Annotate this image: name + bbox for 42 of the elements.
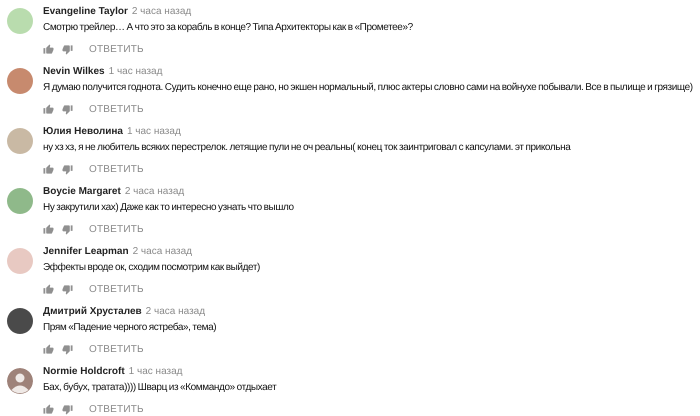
- thumbs-down-icon[interactable]: [62, 104, 73, 114]
- comment-time[interactable]: 1 час назад: [128, 366, 183, 377]
- reply-button[interactable]: ОТВЕТИТЬ: [81, 164, 144, 174]
- author-name[interactable]: Nevin Wilkes: [43, 66, 105, 77]
- comment-text: Бах, бубух, тратата)))) Шварц из «Коммандо» отдыхает: [43, 381, 276, 395]
- comment-time[interactable]: 1 час назад: [126, 126, 181, 137]
- thumbs-down-icon[interactable]: [62, 164, 73, 174]
- thumbs-up-icon[interactable]: [43, 284, 54, 294]
- author-name[interactable]: Jennifer Leapman: [43, 246, 129, 257]
- reply-button[interactable]: ОТВЕТИТЬ: [81, 224, 144, 234]
- thumbs-down-icon[interactable]: [62, 284, 73, 294]
- comment-text: Ну закрутили хах) Даже как то интересно узнать что вышло: [43, 201, 294, 215]
- thumbs-up-icon[interactable]: [43, 164, 54, 174]
- comment-time[interactable]: 1 час назад: [108, 66, 162, 77]
- author-name[interactable]: Дмитрий Хрусталев: [43, 306, 142, 317]
- comment-time[interactable]: 2 часа назад: [132, 246, 192, 257]
- reply-button[interactable]: ОТВЕТИТЬ: [81, 44, 144, 54]
- comment-text: Эффекты вроде ок, сходим посмотрим как выйдет): [43, 261, 260, 275]
- reply-button[interactable]: ОТВЕТИТЬ: [81, 344, 144, 354]
- thumbs-up-icon[interactable]: [43, 344, 54, 354]
- thumbs-down-icon[interactable]: [62, 344, 73, 354]
- thumbs-up-icon[interactable]: [43, 104, 54, 114]
- thumbs-down-icon[interactable]: [62, 44, 73, 54]
- author-name[interactable]: Boycie Margaret: [43, 186, 121, 197]
- thumbs-up-icon[interactable]: [43, 404, 54, 414]
- author-name[interactable]: Юлия Неволина: [43, 126, 123, 137]
- reply-button[interactable]: ОТВЕТИТЬ: [81, 284, 144, 294]
- reply-button[interactable]: ОТВЕТИТЬ: [81, 104, 144, 114]
- thumbs-down-icon[interactable]: [62, 404, 73, 414]
- comment-time[interactable]: 2 часа назад: [146, 306, 206, 317]
- comment-time[interactable]: 2 часа назад: [132, 6, 192, 17]
- comment-text: ну хз хз, я не любитель всяких перестрелок. летящие пули не оч реальны( конец ток заинтриговал с капсулами. эт прикольна: [43, 141, 570, 155]
- comment-text: Прям «Падение черного ястреба», тема): [43, 321, 216, 335]
- comment-text: Смотрю трейлер… А что это за корабль в конце? Типа Архитекторы как в «Прометее»?: [43, 21, 413, 35]
- author-name[interactable]: Normie Holdcroft: [43, 366, 125, 377]
- thumbs-up-icon[interactable]: [43, 44, 54, 54]
- thumbs-down-icon[interactable]: [62, 224, 73, 234]
- comment-time[interactable]: 2 часа назад: [124, 186, 184, 197]
- comment-text: Я думаю получится годнота. Судить конечно еще рано, но экшен нормальный, плюс актеры словно сами на войнухе побывали. Все в пылище и грязище): [43, 81, 693, 95]
- author-name[interactable]: Evangeline Taylor: [43, 6, 128, 17]
- reply-button[interactable]: ОТВЕТИТЬ: [81, 404, 144, 414]
- thumbs-up-icon[interactable]: [43, 224, 54, 234]
